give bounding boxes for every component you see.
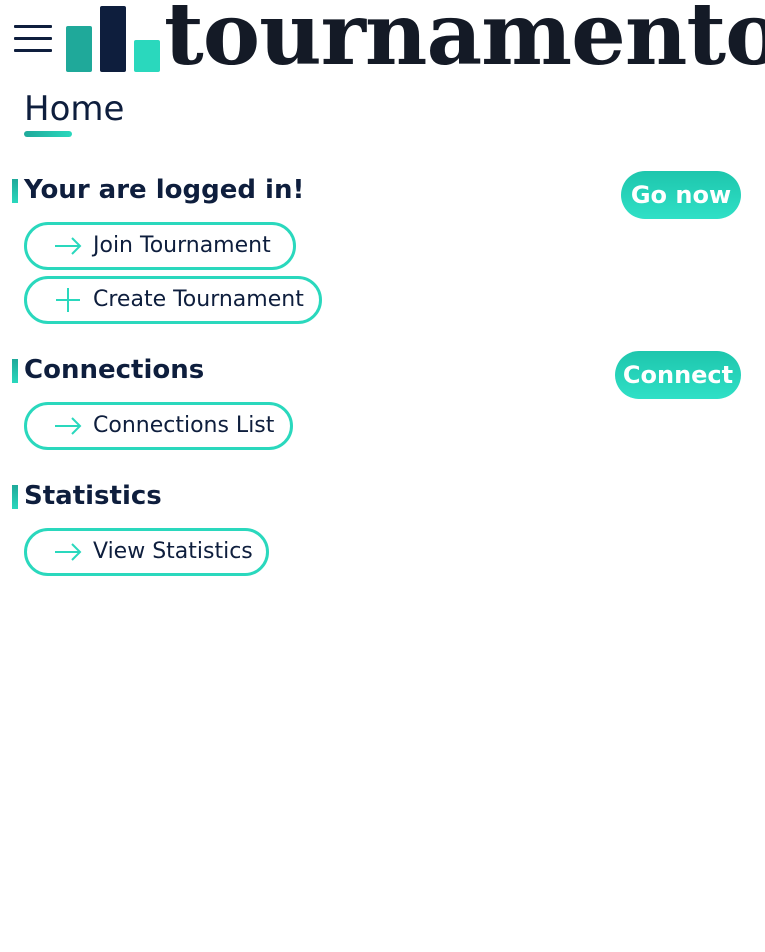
create-tournament-button[interactable]: Create Tournament bbox=[24, 276, 322, 324]
join-tournament-label: Join Tournament bbox=[93, 233, 271, 258]
logo-wordmark: tournamento bbox=[164, 0, 765, 85]
connect-button[interactable]: Connect bbox=[615, 351, 741, 399]
arrow-right-icon bbox=[55, 543, 82, 561]
connections-list-label: Connections List bbox=[93, 413, 275, 438]
go-now-button[interactable]: Go now bbox=[621, 171, 741, 219]
arrow-right-icon bbox=[55, 237, 82, 255]
app-header: tournamento bbox=[0, 0, 765, 78]
connections-list-button[interactable]: Connections List bbox=[24, 402, 293, 450]
logo-bars-icon bbox=[66, 6, 160, 72]
page-title-underline bbox=[24, 131, 72, 137]
view-statistics-button[interactable]: View Statistics bbox=[24, 528, 269, 576]
section-title: Connections bbox=[24, 355, 205, 385]
page-title: Home bbox=[24, 89, 125, 129]
hamburger-menu-icon[interactable] bbox=[12, 21, 54, 57]
create-tournament-label: Create Tournament bbox=[93, 287, 304, 312]
section-marker bbox=[12, 359, 18, 383]
section-title: Your are logged in! bbox=[24, 175, 305, 205]
section-marker bbox=[12, 485, 18, 509]
app-logo[interactable]: tournamento bbox=[66, 0, 765, 78]
join-tournament-button[interactable]: Join Tournament bbox=[24, 222, 296, 270]
view-statistics-label: View Statistics bbox=[93, 539, 253, 564]
section-marker bbox=[12, 179, 18, 203]
section-title: Statistics bbox=[24, 481, 162, 511]
arrow-right-icon bbox=[55, 417, 82, 435]
plus-icon bbox=[56, 288, 80, 312]
